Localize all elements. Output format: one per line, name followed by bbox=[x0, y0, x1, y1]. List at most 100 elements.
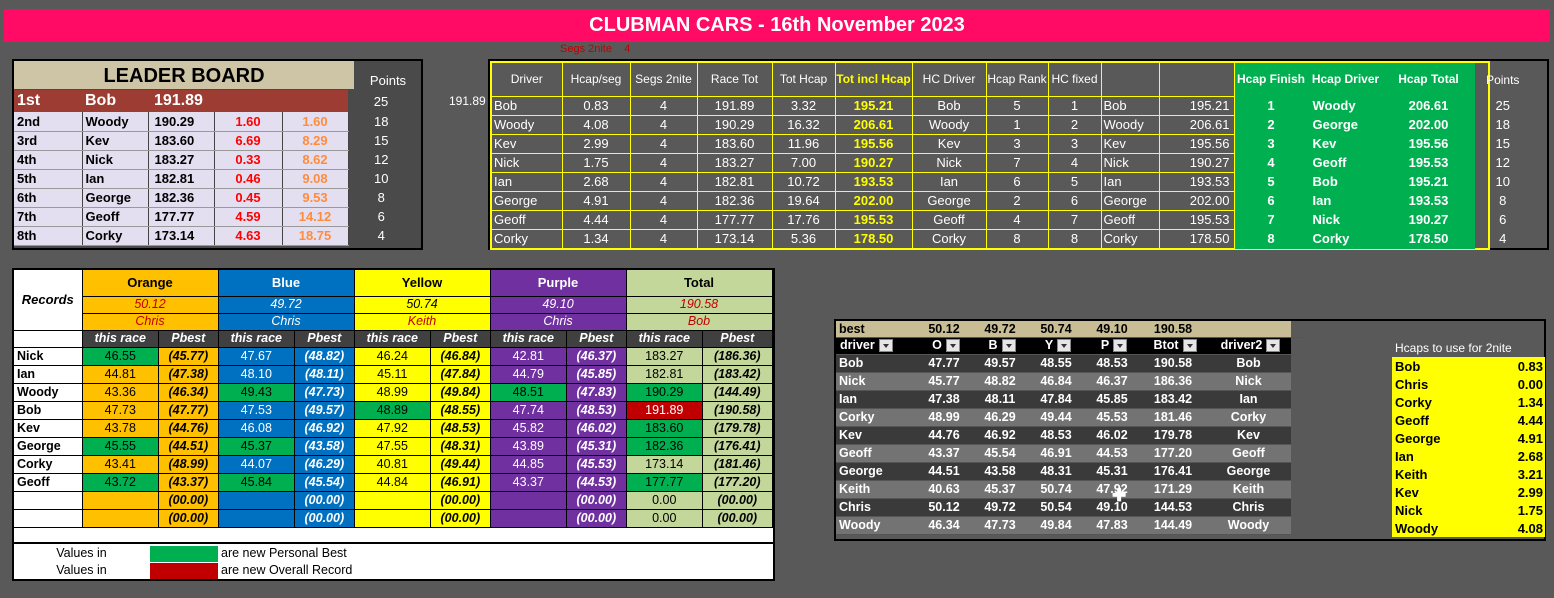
hcap-header-cell: Points bbox=[1486, 72, 1520, 87]
best-value: 50.12 bbox=[916, 321, 972, 338]
filter-dropdown-icon[interactable] bbox=[945, 339, 960, 353]
filter-dropdown-icon[interactable] bbox=[878, 339, 893, 353]
records-subheader: this race bbox=[354, 330, 432, 348]
hcap-cell: 1 bbox=[986, 115, 1049, 135]
filter-dropdown-icon[interactable] bbox=[1182, 339, 1197, 353]
leader-cum-cell: 1.60 bbox=[282, 112, 349, 132]
best-cell: Geoff bbox=[1206, 444, 1291, 463]
hcap-cell: 190.27 bbox=[1383, 210, 1475, 230]
hcap-cell: 4 bbox=[1048, 153, 1102, 173]
hcap-cell: Bob bbox=[1101, 96, 1160, 116]
records-cell: 47.55 bbox=[354, 437, 432, 456]
best-data-row: George 44.51 43.58 48.31 45.31 176.41 George bbox=[836, 462, 1305, 481]
hcaps-row: Woody 4.08 bbox=[1392, 519, 1545, 537]
leader-board-points-header: Points bbox=[369, 73, 407, 88]
records-cell: (49.57) bbox=[294, 401, 355, 420]
hcap-cell: 6 bbox=[1499, 212, 1507, 227]
records-cell bbox=[490, 509, 568, 528]
hcap-cell: 195.56 bbox=[835, 134, 913, 154]
records-cell: 48.51 bbox=[490, 383, 568, 402]
hcaps-name: Keith bbox=[1395, 466, 1428, 482]
record-value: 50.74 bbox=[354, 296, 491, 314]
hcap-cell: Ian bbox=[1308, 191, 1384, 211]
hcap-cell: 4 bbox=[630, 229, 698, 249]
best-cell: 47.77 bbox=[916, 354, 972, 373]
hcap-cell: 4.44 bbox=[562, 210, 631, 230]
hcap-cell: 15 bbox=[1495, 136, 1510, 151]
hcap-header-cell: Tot Hcap bbox=[772, 63, 836, 97]
hcap-cell: 4 bbox=[630, 172, 698, 192]
records-cell: (43.37) bbox=[158, 473, 219, 492]
filter-dropdown-icon[interactable] bbox=[1057, 339, 1072, 353]
records-table: Records Orange Blue Yellow Purple Total 50.12 4… bbox=[14, 270, 773, 528]
leader-name-cell: Nick bbox=[82, 150, 149, 170]
hcaps-name: Chris bbox=[1395, 376, 1429, 392]
best-cell: 48.53 bbox=[1084, 354, 1140, 373]
records-cell: (00.00) bbox=[158, 491, 219, 510]
best-cell: Nick bbox=[836, 372, 916, 391]
hcap-cell: Ian bbox=[492, 172, 563, 192]
record-value: 49.72 bbox=[218, 296, 355, 314]
records-cell: (144.49) bbox=[702, 383, 773, 402]
hcap-cell: 193.53 bbox=[1383, 191, 1475, 211]
records-driver: George bbox=[14, 437, 83, 456]
records-cell: (46.91) bbox=[430, 473, 491, 492]
records-cell: (44.76) bbox=[158, 419, 219, 438]
records-driver bbox=[14, 509, 83, 528]
records-cell: (190.58) bbox=[702, 401, 773, 420]
hcap-row: Kev 2.99 4 183.60 11.96 195.56 Kev 3 3 Kev 195.56 3… bbox=[492, 134, 1531, 154]
hcap-cell: 7 bbox=[986, 153, 1049, 173]
best-header: driver2 bbox=[1206, 337, 1291, 355]
best-cell: 144.53 bbox=[1140, 498, 1206, 517]
filter-dropdown-icon[interactable] bbox=[1113, 339, 1128, 353]
legend-swatch bbox=[150, 563, 218, 579]
leader-gap-cell: 0.33 bbox=[214, 150, 283, 170]
hcaps-value: 4.44 bbox=[1517, 412, 1543, 428]
best-header-label: O bbox=[932, 337, 942, 352]
hcap-cell: 206.61 bbox=[1159, 115, 1235, 135]
records-cell: 46.24 bbox=[354, 347, 432, 366]
records-cell: 45.84 bbox=[218, 473, 296, 492]
hcap-cell: 182.36 bbox=[697, 191, 773, 211]
records-cell: 191.89 bbox=[626, 401, 704, 420]
hcaps-name: Bob bbox=[1395, 358, 1421, 374]
records-cell: (00.00) bbox=[294, 491, 355, 510]
leader-total-cell: 182.81 bbox=[148, 169, 215, 189]
hcap-cell: Nick bbox=[1101, 153, 1160, 173]
best-cell: 45.53 bbox=[1084, 408, 1140, 427]
hcap-header-cell: Tot incl Hcap bbox=[835, 63, 913, 97]
hcap-cell: 178.50 bbox=[1159, 229, 1235, 249]
leader-row: 7th Geoff 177.77 4.59 14.12 6 bbox=[14, 207, 414, 227]
best-cell: 46.02 bbox=[1084, 426, 1140, 445]
best-data-row: Corky 48.99 46.29 49.44 45.53 181.46 Corky bbox=[836, 408, 1305, 427]
filter-dropdown-icon[interactable] bbox=[1001, 339, 1016, 353]
segs-tonight: Segs 2nite 4 bbox=[560, 43, 630, 55]
records-cell: 46.08 bbox=[218, 419, 296, 438]
best-cell: Chris bbox=[1206, 498, 1291, 517]
records-cell: (46.29) bbox=[294, 455, 355, 474]
hcaps-row: Corky 1.34 bbox=[1392, 393, 1545, 411]
hcap-table: Driver Hcap/seg Segs 2nite Race Tot Tot Hcap… bbox=[492, 63, 1531, 249]
hcap-cell: 195.53 bbox=[1383, 153, 1475, 173]
hcap-cell: Woody bbox=[492, 115, 563, 135]
hcap-header-cell: HC fixed bbox=[1048, 63, 1102, 97]
legend-text: are new Personal Best bbox=[221, 546, 347, 560]
leader-pos-cell: 2nd bbox=[14, 112, 83, 132]
records-cell: (49.44) bbox=[430, 455, 491, 474]
records-driver: Bob bbox=[14, 401, 83, 420]
hcap-cell: 195.53 bbox=[1159, 210, 1235, 230]
legend-text: are new Overall Record bbox=[221, 563, 353, 577]
filter-dropdown-icon[interactable] bbox=[1266, 339, 1281, 353]
hcap-cell: 4 bbox=[1499, 231, 1507, 246]
leader-gap-cell bbox=[214, 90, 282, 112]
records-subheader: this race bbox=[626, 330, 704, 348]
records-cell: 44.79 bbox=[490, 365, 568, 384]
best-cell: Ian bbox=[836, 390, 916, 409]
leader-total-cell: 190.29 bbox=[148, 112, 215, 132]
records-cell: 182.81 bbox=[626, 365, 704, 384]
hcap-cell: George bbox=[1101, 191, 1160, 211]
records-cell: 47.67 bbox=[218, 347, 296, 366]
best-value: 49.72 bbox=[972, 321, 1028, 338]
records-cell: (49.84) bbox=[430, 383, 491, 402]
hcaps-value: 3.21 bbox=[1517, 466, 1543, 482]
